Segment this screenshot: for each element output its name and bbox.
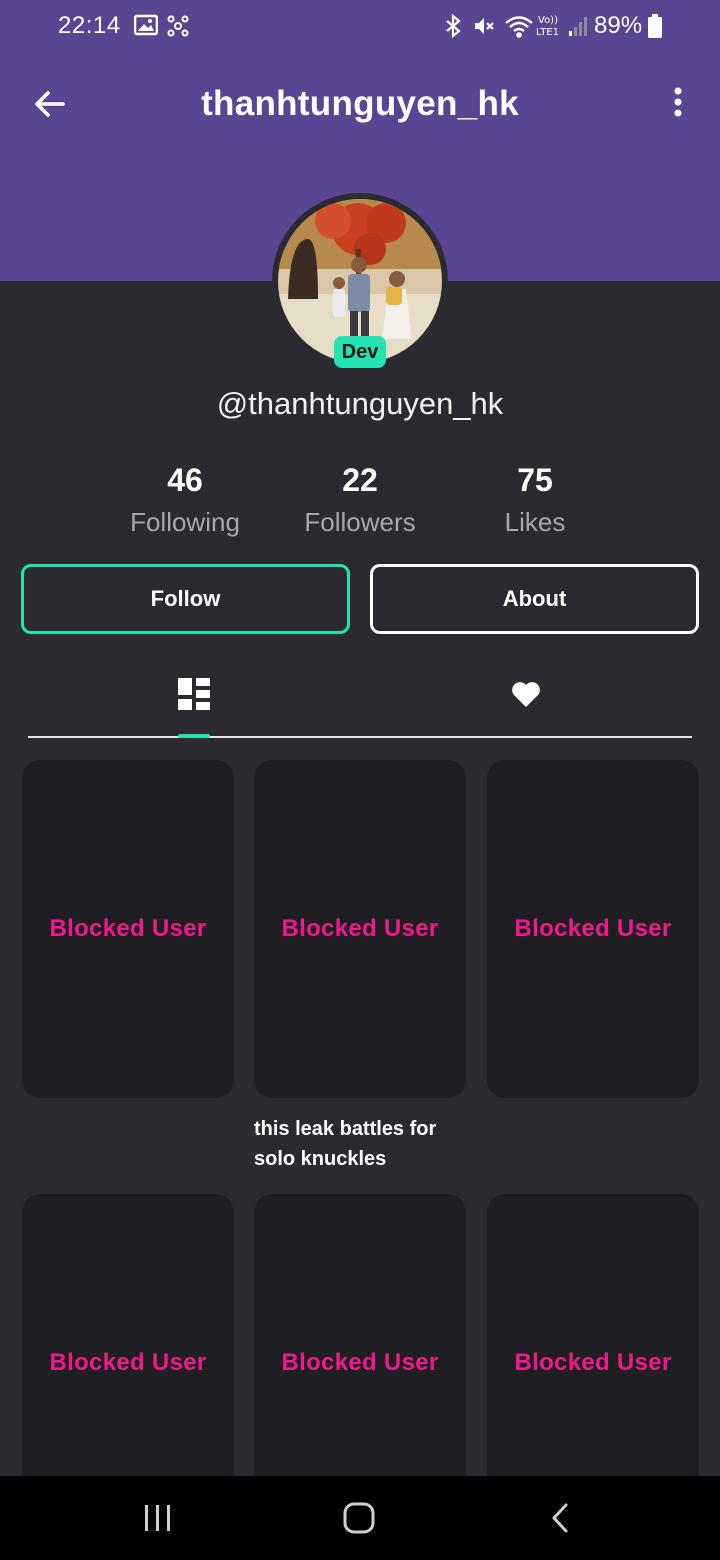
stat-value: 75 bbox=[517, 462, 553, 498]
blocked-user-label: Blocked User bbox=[514, 915, 672, 942]
system-nav-bar bbox=[0, 1476, 720, 1560]
svg-text:Vo)): Vo)) bbox=[538, 15, 558, 26]
volte-icon: Vo)) LTE1 bbox=[536, 12, 566, 45]
blocked-user-label: Blocked User bbox=[49, 1349, 207, 1376]
system-back-button[interactable] bbox=[548, 1502, 572, 1539]
recent-apps-icon bbox=[145, 1505, 170, 1531]
stat-label: Followers bbox=[304, 507, 416, 537]
battery-icon bbox=[648, 14, 662, 45]
dev-badge: Dev bbox=[334, 336, 386, 368]
follow-button[interactable]: Follow bbox=[21, 564, 350, 634]
gallery-icon bbox=[133, 14, 159, 43]
stat-likes[interactable]: 75 Likes bbox=[435, 462, 635, 538]
stat-value: 46 bbox=[167, 462, 203, 498]
stat-value: 22 bbox=[342, 462, 378, 498]
network-share-icon bbox=[166, 14, 190, 45]
tab-active-indicator bbox=[178, 734, 210, 738]
page-title: thanhtunguyen_hk bbox=[201, 84, 519, 123]
back-arrow-icon bbox=[35, 91, 65, 117]
blocked-user-label: Blocked User bbox=[281, 915, 439, 942]
blocked-user-label: Blocked User bbox=[49, 915, 207, 942]
grid-dashboard-icon bbox=[178, 678, 210, 710]
recent-apps-button[interactable] bbox=[142, 1503, 174, 1538]
heart-icon bbox=[512, 682, 540, 707]
more-options-button[interactable] bbox=[664, 84, 692, 124]
more-vertical-icon bbox=[674, 87, 682, 117]
status-time: 22:14 bbox=[58, 12, 121, 39]
battery-percent: 89% bbox=[594, 12, 643, 39]
blocked-user-label: Blocked User bbox=[281, 1349, 439, 1376]
chevron-left-icon bbox=[552, 1503, 568, 1533]
video-card[interactable]: Blocked User bbox=[487, 760, 699, 1098]
wifi-icon bbox=[504, 14, 534, 45]
caption-line: solo knuckles bbox=[254, 1148, 387, 1170]
home-button[interactable] bbox=[342, 1501, 376, 1540]
tab-divider bbox=[28, 736, 692, 738]
stat-followers[interactable]: 22 Followers bbox=[260, 462, 460, 538]
blocked-user-label: Blocked User bbox=[514, 1349, 672, 1376]
home-icon bbox=[343, 1502, 375, 1534]
signal-icon bbox=[568, 14, 588, 45]
status-bar: 22:14 Vo)) LTE1 89% bbox=[0, 0, 720, 52]
svg-text:LTE1: LTE1 bbox=[536, 27, 559, 38]
stat-following[interactable]: 46 Following bbox=[85, 462, 285, 538]
stat-label: Likes bbox=[504, 507, 566, 537]
about-button[interactable]: About bbox=[370, 564, 699, 634]
bluetooth-icon bbox=[444, 13, 462, 45]
back-button[interactable] bbox=[30, 84, 70, 124]
video-card[interactable]: Blocked User bbox=[22, 760, 234, 1098]
video-card[interactable]: Blocked User bbox=[254, 760, 466, 1098]
caption-line: this leak battles for bbox=[254, 1118, 437, 1140]
video-caption: this leak battles for solo knuckles bbox=[254, 1114, 474, 1174]
mute-icon bbox=[472, 14, 496, 45]
tab-likes[interactable] bbox=[511, 680, 541, 713]
stat-label: Following bbox=[130, 507, 240, 537]
profile-handle: @thanhtunguyen_hk bbox=[216, 386, 504, 421]
tab-posts[interactable] bbox=[178, 678, 210, 715]
